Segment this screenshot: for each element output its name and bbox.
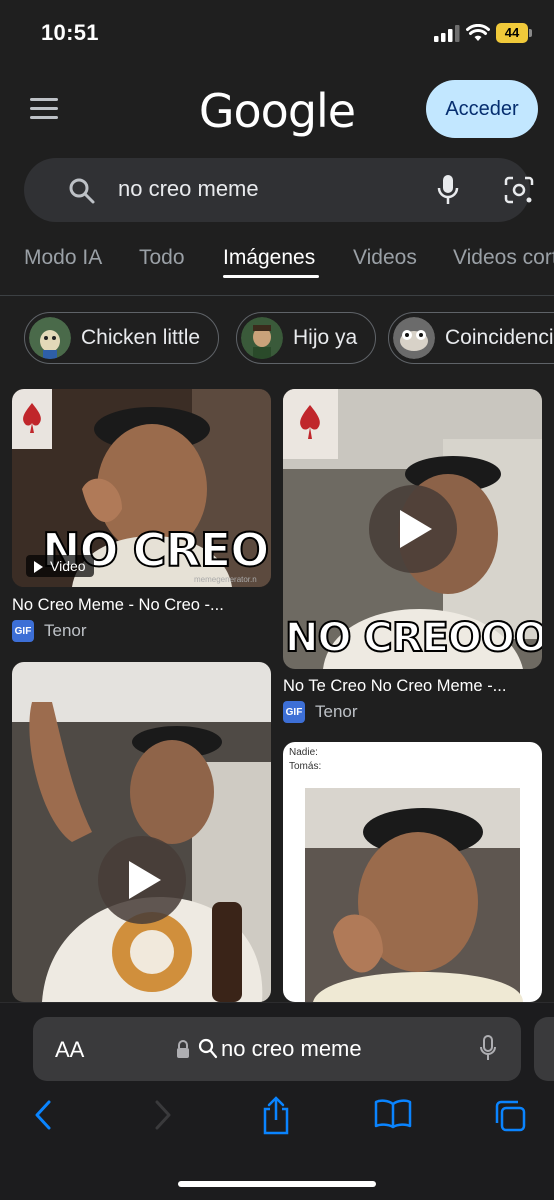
result-source-1[interactable]: GIF Tenor	[12, 620, 87, 642]
home-indicator	[178, 1181, 376, 1187]
video-badge-label: Video	[50, 558, 86, 574]
watermark: memegenerator.n	[194, 575, 257, 584]
video-badge: Video	[26, 555, 94, 577]
result-title-2[interactable]: No Te Creo No Creo Meme -...	[283, 677, 542, 696]
result-title-1[interactable]: No Creo Meme - No Creo -...	[12, 596, 271, 615]
tab-todo[interactable]: Todo	[139, 246, 185, 270]
related-chips: Chicken little Hijo ya Coincidencia	[0, 312, 554, 364]
chip-thumbnail	[241, 317, 283, 359]
battery-icon: 44	[496, 23, 532, 43]
active-tab-indicator	[223, 275, 319, 278]
play-button[interactable]	[98, 836, 186, 924]
source-label: Tenor	[315, 702, 358, 721]
tab-imagenes[interactable]: Imágenes	[223, 246, 315, 270]
search-icon	[198, 1038, 218, 1059]
play-icon	[400, 510, 432, 548]
tab-videos[interactable]: Videos	[353, 246, 417, 270]
mic-icon[interactable]	[436, 174, 460, 206]
mic-icon[interactable]	[479, 1035, 497, 1063]
chip-coincidencia[interactable]: Coincidencia	[388, 312, 554, 364]
result-image-1[interactable]: NO CREO memegenerator.n Video	[12, 389, 271, 587]
meme-text-line: Nadie:	[289, 747, 318, 758]
tab-videos-cortos[interactable]: Videos cortos	[453, 246, 554, 270]
meme-caption: NO CREOOO!	[284, 614, 542, 662]
play-button[interactable]	[369, 485, 457, 573]
search-input[interactable]: no creo meme	[118, 176, 259, 202]
lens-camera-icon[interactable]	[503, 175, 535, 205]
search-box[interactable]: no creo meme	[24, 158, 534, 222]
chip-thumbnail	[29, 317, 71, 359]
tenor-gif-icon: GIF	[283, 701, 305, 723]
chip-label: Chicken little	[81, 326, 201, 349]
bookmarks-icon[interactable]	[374, 1099, 412, 1129]
meme-text-line: Tomás:	[289, 761, 322, 772]
text-size-button[interactable]: AA	[55, 1037, 84, 1063]
result-thumbnail	[305, 788, 523, 1002]
signin-button[interactable]: Acceder	[426, 80, 538, 138]
result-image-3[interactable]	[12, 662, 271, 1002]
tab-modo-ia[interactable]: Modo IA	[24, 246, 102, 270]
meme-text: Nadie: Tomás:	[289, 746, 321, 774]
result-source-2[interactable]: GIF Tenor	[283, 701, 358, 723]
status-time: 10:51	[41, 20, 99, 45]
result-thumbnail	[12, 662, 271, 1002]
back-icon[interactable]	[32, 1099, 54, 1131]
source-label: Tenor	[44, 621, 87, 640]
next-tab-preview[interactable]	[534, 1017, 554, 1081]
tabs-icon[interactable]	[493, 1099, 527, 1133]
search-icon	[69, 178, 95, 204]
forward-icon[interactable]	[152, 1099, 174, 1131]
wifi-icon	[466, 24, 490, 41]
result-image-4[interactable]: Nadie: Tomás:	[283, 742, 542, 1002]
result-image-2[interactable]: NO CREOOO!	[283, 389, 542, 669]
tenor-gif-icon: GIF	[12, 620, 34, 642]
browser-toolbar: AA no creo meme	[0, 1002, 554, 1200]
chip-label: Coincidencia	[445, 326, 554, 349]
cellular-signal-icon	[434, 25, 460, 42]
chip-label: Hijo ya	[293, 326, 358, 349]
address-bar[interactable]: AA no creo meme	[33, 1017, 521, 1081]
search-tabs: Modo IA Todo Imágenes Videos Videos cort…	[0, 240, 554, 296]
status-bar: 10:51 44	[0, 0, 554, 66]
share-icon[interactable]	[260, 1095, 292, 1135]
play-icon	[129, 861, 161, 899]
chip-thumbnail	[393, 317, 435, 359]
chip-hijo-ya[interactable]: Hijo ya	[236, 312, 377, 364]
chip-chicken-little[interactable]: Chicken little	[24, 312, 220, 364]
play-icon	[34, 561, 43, 573]
address-text: no creo meme	[221, 1036, 362, 1061]
battery-level: 44	[496, 23, 528, 43]
lock-icon	[177, 1040, 189, 1058]
